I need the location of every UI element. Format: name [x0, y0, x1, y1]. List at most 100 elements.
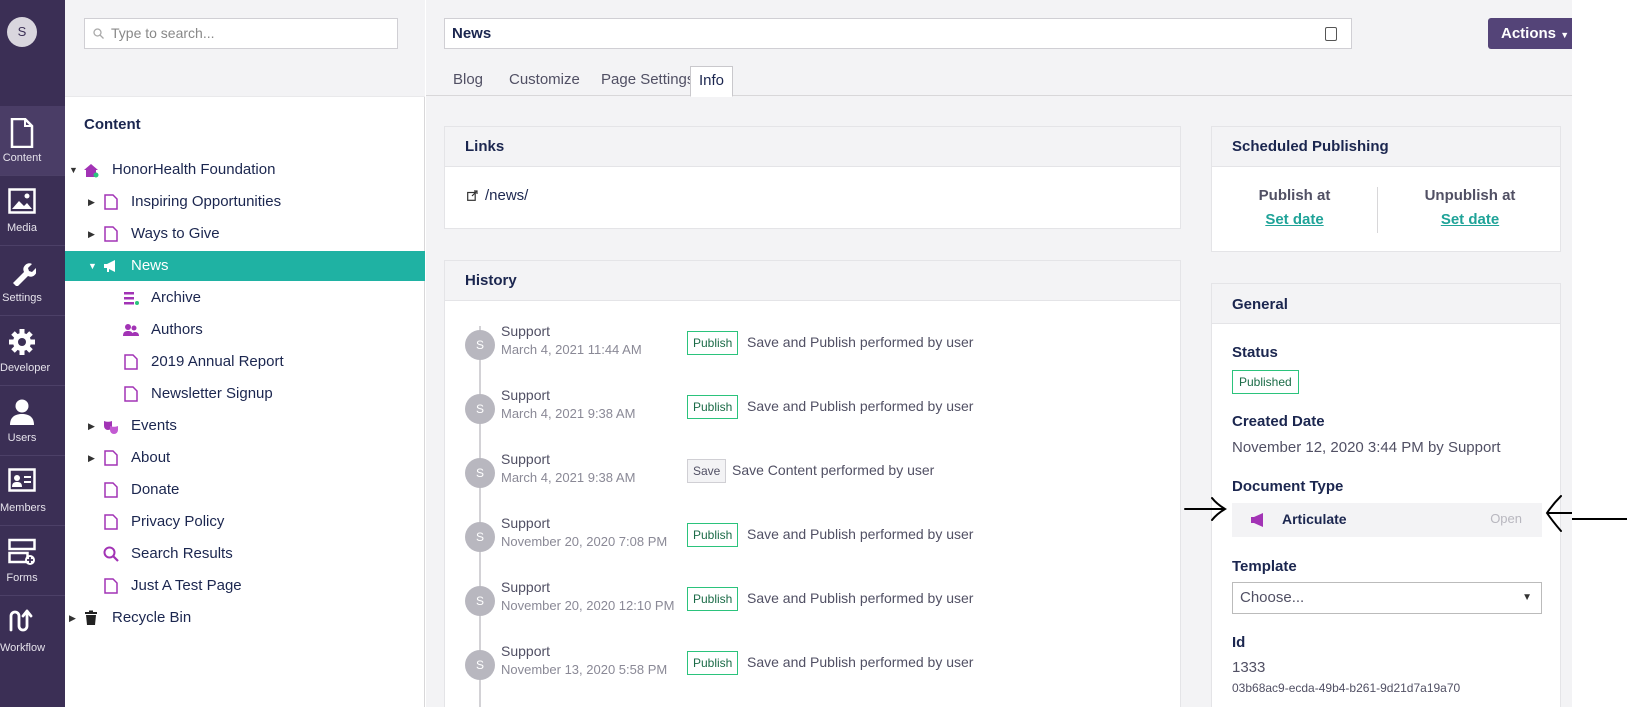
history-badge: Publish	[687, 523, 739, 547]
rail-item-settings[interactable]: Settings	[0, 246, 65, 316]
user-avatar[interactable]: S	[7, 17, 37, 47]
document-type-label: Document Type	[1232, 478, 1344, 495]
tree-node-label: 2019 Annual Report	[151, 353, 284, 370]
tree-node-inspiring-opportunities[interactable]: ▶ Inspiring Opportunities	[65, 187, 425, 217]
node-url-link[interactable]: /news/	[485, 187, 528, 204]
form-icon	[0, 538, 44, 568]
page-icon	[124, 354, 138, 370]
tree-node-privacy-policy[interactable]: Privacy Policy	[65, 507, 425, 537]
document-icon	[0, 118, 44, 148]
tree-node-archive[interactable]: Archive	[65, 283, 425, 313]
publish-at-label: Publish at	[1258, 187, 1331, 204]
tree-node-about[interactable]: ▶ About	[65, 443, 425, 473]
caret-icon[interactable]: ▼	[69, 155, 79, 185]
megaphone-icon	[1251, 513, 1263, 527]
tree-node-label: About	[131, 449, 171, 466]
rail-item-media[interactable]: Media	[0, 176, 65, 246]
tree-node-news[interactable]: ▼ News	[65, 251, 425, 281]
node-name-value: News	[452, 25, 492, 42]
rail-label: Developer	[0, 362, 51, 374]
image-icon	[0, 188, 44, 218]
list-icon	[124, 292, 139, 305]
caret-icon[interactable]: ▶	[88, 411, 98, 441]
tree-node-label: Recycle Bin	[112, 609, 192, 626]
publish-set-date-link[interactable]: Set date	[1212, 211, 1377, 228]
page-icon	[104, 482, 118, 498]
tree-title: Content	[84, 116, 141, 133]
tree-node-ways-to-give[interactable]: ▶ Ways to Give	[65, 219, 425, 249]
history-entry: S Support March 4, 2021 9:38 AM Publish …	[465, 387, 1145, 437]
rail-item-forms[interactable]: Forms	[0, 526, 65, 596]
tab-info[interactable]: Info	[690, 66, 734, 97]
tab-page-settings[interactable]: Page Settings	[593, 66, 702, 97]
scheduled-title: Scheduled Publishing	[1212, 127, 1560, 167]
tree-node-label: Search Results	[131, 545, 233, 562]
editor-header: News Actions ▼ Blog Customize Page Setti…	[426, 0, 1572, 97]
tab-customize[interactable]: Customize	[501, 66, 588, 97]
rail-item-content[interactable]: Content	[0, 106, 65, 176]
history-user: Support	[501, 451, 551, 467]
arrow-left-annotation-icon	[1545, 495, 1572, 532]
tree-node-just-a-test-page[interactable]: Just A Test Page	[65, 571, 425, 601]
tree-node-label: News	[131, 257, 169, 274]
id-card-icon	[0, 468, 44, 498]
history-badge: Publish	[687, 395, 739, 419]
page-icon	[104, 578, 118, 594]
history-title: History	[445, 261, 1180, 301]
tree-node-donate[interactable]: Donate	[65, 475, 425, 505]
history-user: Support	[501, 579, 551, 595]
unpublish-at-label: Unpublish at	[1424, 187, 1516, 204]
template-select[interactable]: Choose... ▼	[1232, 582, 1542, 614]
history-message: Save and Publish performed by user	[747, 334, 974, 350]
unpublish-set-date-link[interactable]: Set date	[1378, 211, 1562, 228]
created-date-label: Created Date	[1232, 413, 1325, 430]
megaphone-icon	[104, 260, 115, 272]
rail-item-workflow[interactable]: Workflow	[0, 596, 65, 666]
actions-button[interactable]: Actions ▼	[1488, 18, 1572, 49]
tree-node-recycle-bin[interactable]: ▶ Recycle Bin	[65, 603, 425, 633]
tree-node-newsletter-signup[interactable]: Newsletter Signup	[65, 379, 425, 409]
page-icon	[104, 226, 118, 242]
search-input[interactable]: Type to search...	[84, 18, 398, 49]
tab-blog[interactable]: Blog	[445, 66, 491, 97]
section-rail: S Content Media Settings Developer Users	[0, 0, 65, 707]
caret-icon[interactable]: ▶	[69, 603, 79, 633]
history-badge: Save	[687, 459, 727, 483]
rail-item-members[interactable]: Members	[0, 456, 65, 526]
caret-icon[interactable]: ▶	[88, 187, 98, 217]
history-date: March 4, 2021 9:38 AM	[501, 470, 636, 485]
history-user: Support	[501, 515, 551, 531]
status-label: Status	[1232, 344, 1278, 361]
caret-icon[interactable]: ▶	[88, 443, 98, 473]
tree-node-search-results[interactable]: Search Results	[65, 539, 425, 569]
document-type-card[interactable]: Articulate Open	[1232, 503, 1542, 537]
status-badge: Published	[1232, 370, 1299, 394]
page-icon	[104, 514, 118, 530]
history-entry: S Support November 20, 2020 7:08 PM Publ…	[465, 515, 1145, 565]
rail-item-developer[interactable]: Developer	[0, 316, 65, 386]
history-user: Support	[501, 643, 551, 659]
tree-header: Type to search...	[65, 0, 425, 97]
gear-icon	[0, 328, 44, 358]
chevron-down-icon: ▼	[1522, 592, 1532, 603]
caret-icon[interactable]: ▼	[88, 251, 98, 281]
search-icon	[93, 28, 104, 39]
id-label: Id	[1232, 634, 1246, 651]
node-name-input[interactable]: News	[444, 18, 1352, 49]
document-type-open-link[interactable]: Open	[1490, 511, 1522, 526]
history-message: Save Content performed by user	[732, 462, 935, 478]
tree-node-2019-annual-report[interactable]: 2019 Annual Report	[65, 347, 425, 377]
lock-icon[interactable]	[1325, 27, 1337, 41]
workflow-icon	[0, 608, 44, 638]
tree-node-events[interactable]: ▶ Events	[65, 411, 425, 441]
links-title: Links	[445, 127, 1180, 167]
history-date: March 4, 2021 11:44 AM	[501, 342, 642, 357]
tree-node-authors[interactable]: Authors	[65, 315, 425, 345]
tree-node-honorhealth-foundation[interactable]: ▼ HonorHealth Foundation	[65, 155, 425, 185]
history-date: March 4, 2021 9:38 AM	[501, 406, 636, 421]
rail-label: Users	[7, 432, 37, 444]
caret-icon[interactable]: ▶	[88, 219, 98, 249]
history-date: November 13, 2020 5:58 PM	[501, 662, 668, 677]
rail-item-users[interactable]: Users	[0, 386, 65, 456]
rail-label: Workflow	[0, 642, 46, 654]
